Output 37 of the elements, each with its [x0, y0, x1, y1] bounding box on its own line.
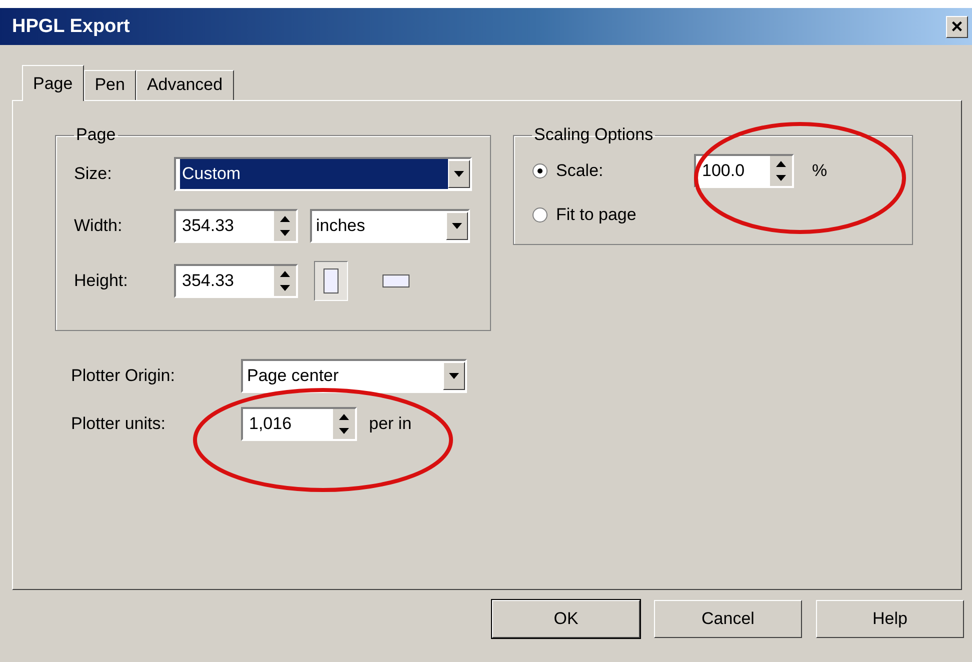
field-label: Size: [74, 164, 113, 184]
spin-arrows-icon[interactable] [274, 211, 296, 241]
dialog-button[interactable]: OK [492, 600, 640, 638]
group-title: Scaling Options [533, 125, 654, 145]
radio-label: Scale: [556, 161, 604, 181]
field-label: Plotter units: [71, 414, 166, 434]
radio-button[interactable] [532, 207, 548, 223]
spin-arrows-icon[interactable] [333, 409, 355, 439]
dialog-button[interactable]: Help [816, 600, 964, 638]
tab[interactable]: Pen [84, 70, 136, 100]
radio-label: Fit to page [556, 205, 636, 225]
spin-field[interactable]: 354.33 [174, 209, 298, 243]
spin-arrows-icon[interactable] [274, 266, 296, 296]
unit-label: per in [369, 414, 412, 434]
group-title: Page [75, 125, 117, 145]
close-button[interactable]: × [946, 16, 968, 38]
tab[interactable]: Advanced [136, 70, 234, 100]
spin-field[interactable]: 1,016 [241, 407, 357, 441]
portrait-page-icon [323, 268, 339, 294]
field-label: Plotter Origin: [71, 366, 176, 386]
dropdown[interactable]: Custom [174, 157, 472, 191]
field-label: Width: [74, 216, 124, 236]
spin-field[interactable]: 354.33 [174, 264, 298, 298]
dropdown-arrow-icon [449, 373, 459, 379]
radio-button[interactable] [532, 163, 548, 179]
dialog-button[interactable]: Cancel [654, 600, 802, 638]
tab[interactable]: Page [22, 65, 84, 101]
field-label: Height: [74, 271, 129, 291]
spin-field[interactable]: 100.0 [694, 154, 794, 188]
spin-arrows-icon[interactable] [770, 156, 792, 186]
dropdown-arrow-icon [452, 223, 462, 229]
dropdown-arrow-icon [454, 171, 464, 177]
dropdown[interactable]: Page center [241, 359, 467, 393]
portrait-button[interactable] [314, 261, 348, 301]
window-title: HPGL Export [12, 16, 130, 38]
unit-label: % [812, 161, 828, 181]
dropdown[interactable]: inches [310, 209, 470, 243]
